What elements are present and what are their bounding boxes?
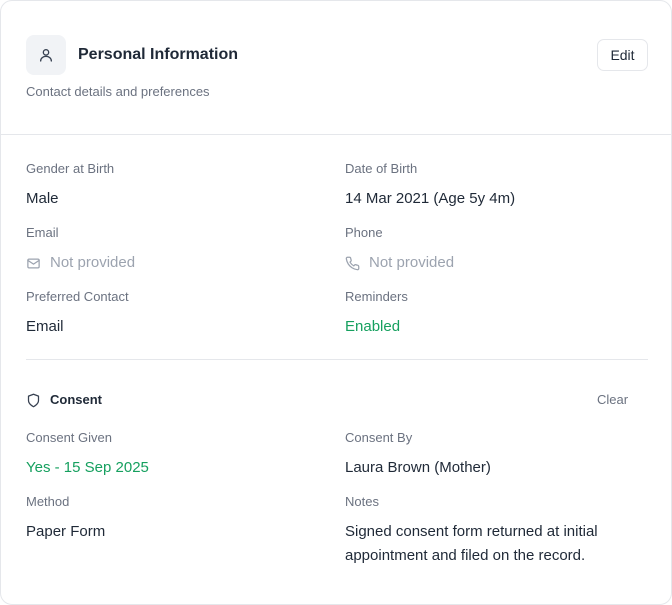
shield-icon <box>26 393 41 408</box>
field-method: Method Paper Form <box>26 494 326 544</box>
user-icon <box>26 35 66 75</box>
personal-information-card: Personal Information Contact details and… <box>0 0 672 605</box>
field-label: Reminders <box>345 289 408 304</box>
field-label: Method <box>26 494 70 509</box>
field-value: Not provided <box>345 251 645 275</box>
consent-heading: Consent <box>26 391 102 409</box>
phone-icon <box>345 256 360 271</box>
phone-value: Not provided <box>369 254 455 271</box>
field-reminders: Reminders Enabled <box>345 289 645 339</box>
field-value: Enabled <box>345 318 401 335</box>
email-value: Not provided <box>50 254 136 271</box>
field-value: Email <box>26 318 64 335</box>
field-label: Date of Birth <box>345 161 418 176</box>
field-value: Laura Brown (Mother) <box>345 459 491 476</box>
consent-title: Consent <box>50 392 102 407</box>
section-divider <box>26 359 648 360</box>
card-header: Personal Information Contact details and… <box>1 1 671 135</box>
field-label: Email <box>26 225 59 240</box>
notes-value: Signed consent form returned at initial … <box>345 523 598 564</box>
field-value: 14 Mar 2021 (Age 5y 4m) <box>345 190 516 207</box>
field-label: Consent Given <box>26 430 112 445</box>
field-value: Not provided <box>26 251 326 275</box>
field-notes: Notes Signed consent form returned at in… <box>345 494 645 568</box>
field-email: Email Not provided <box>26 225 326 275</box>
field-consent-given: Consent Given Yes - 15 Sep 2025 <box>26 430 326 480</box>
field-label: Gender at Birth <box>26 161 115 176</box>
field-gender: Gender at Birth Male <box>26 161 326 211</box>
field-preferred-contact: Preferred Contact Email <box>26 289 326 339</box>
field-label: Preferred Contact <box>26 289 129 304</box>
field-value: Male <box>26 190 59 207</box>
card-subtitle: Contact details and preferences <box>26 84 210 99</box>
field-value: Yes - 15 Sep 2025 <box>26 459 149 476</box>
clear-button[interactable]: Clear <box>597 391 628 409</box>
field-date-of-birth: Date of Birth 14 Mar 2021 (Age 5y 4m) <box>345 161 645 211</box>
field-label: Consent By <box>345 430 413 445</box>
field-label: Phone <box>345 225 383 240</box>
mail-icon <box>26 256 41 271</box>
card-title: Personal Information <box>78 46 239 63</box>
field-value: Paper Form <box>26 523 106 540</box>
edit-button[interactable]: Edit <box>597 39 648 71</box>
field-phone: Phone Not provided <box>345 225 645 275</box>
field-consent-by: Consent By Laura Brown (Mother) <box>345 430 645 480</box>
field-label: Notes <box>345 494 379 509</box>
